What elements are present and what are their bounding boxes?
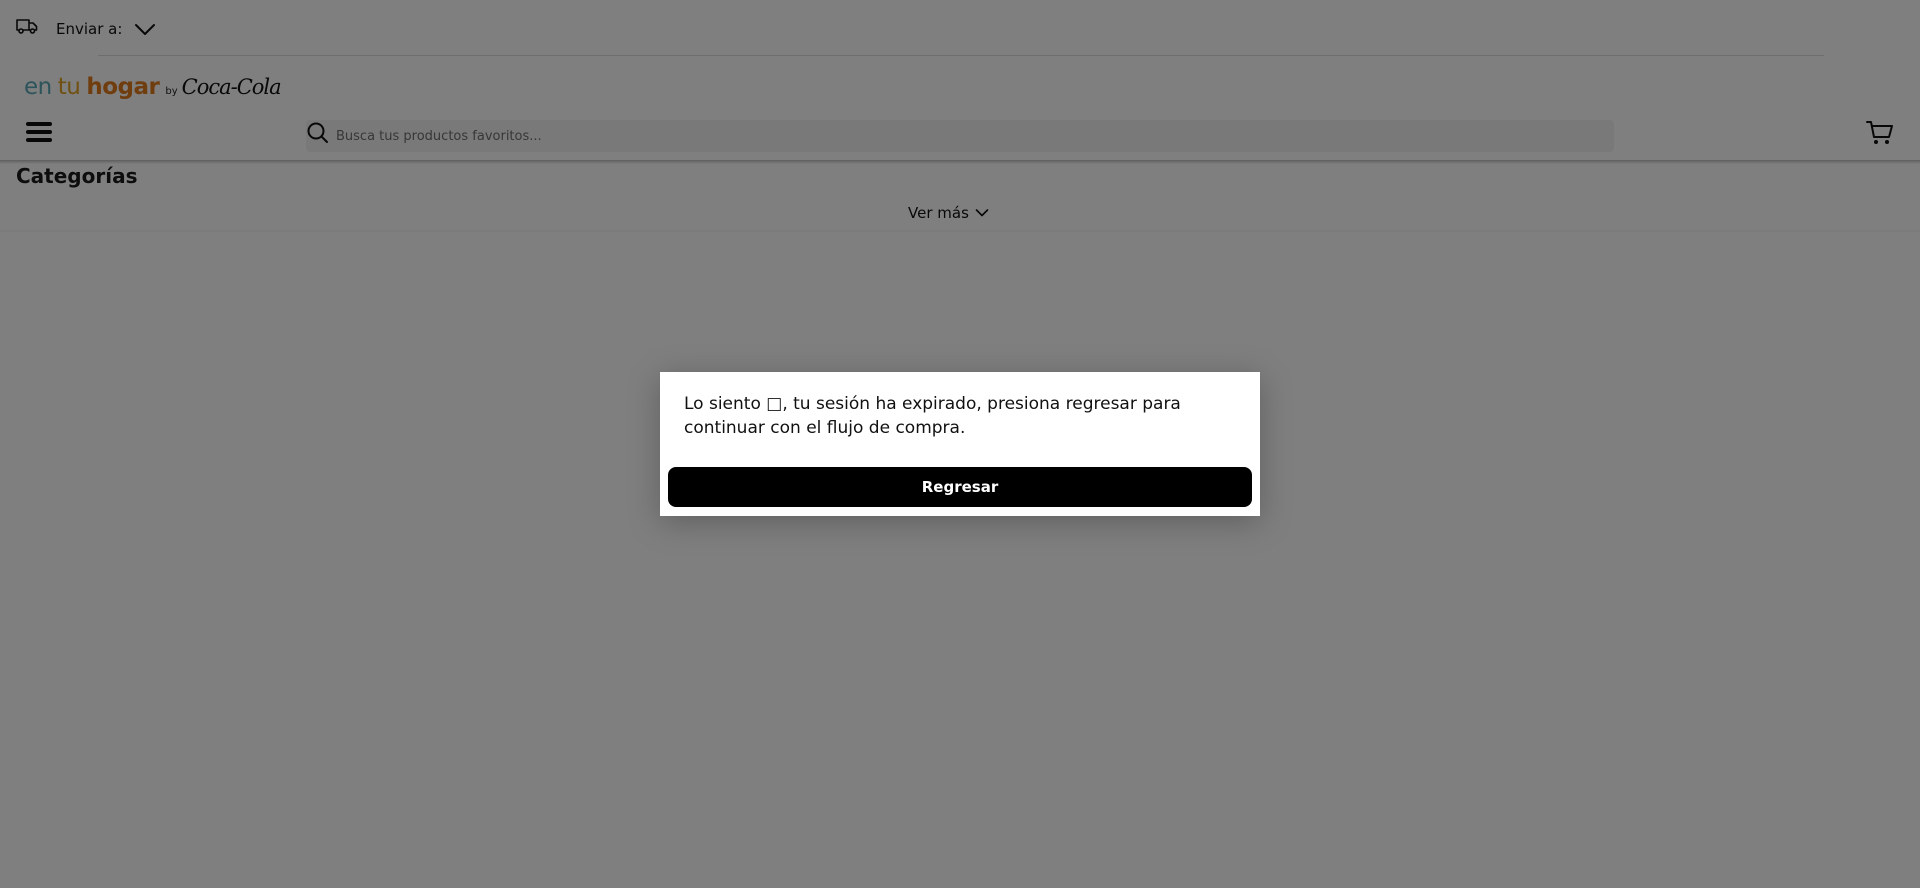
page: Enviar a: en tu hogar by Coca-Cola Categ… — [0, 0, 1920, 888]
session-expired-message: Lo siento □, tu sesión ha expirado, pres… — [684, 394, 1181, 438]
back-button[interactable]: Regresar — [668, 467, 1252, 507]
session-expired-dialog: Lo siento □, tu sesión ha expirado, pres… — [660, 372, 1260, 516]
